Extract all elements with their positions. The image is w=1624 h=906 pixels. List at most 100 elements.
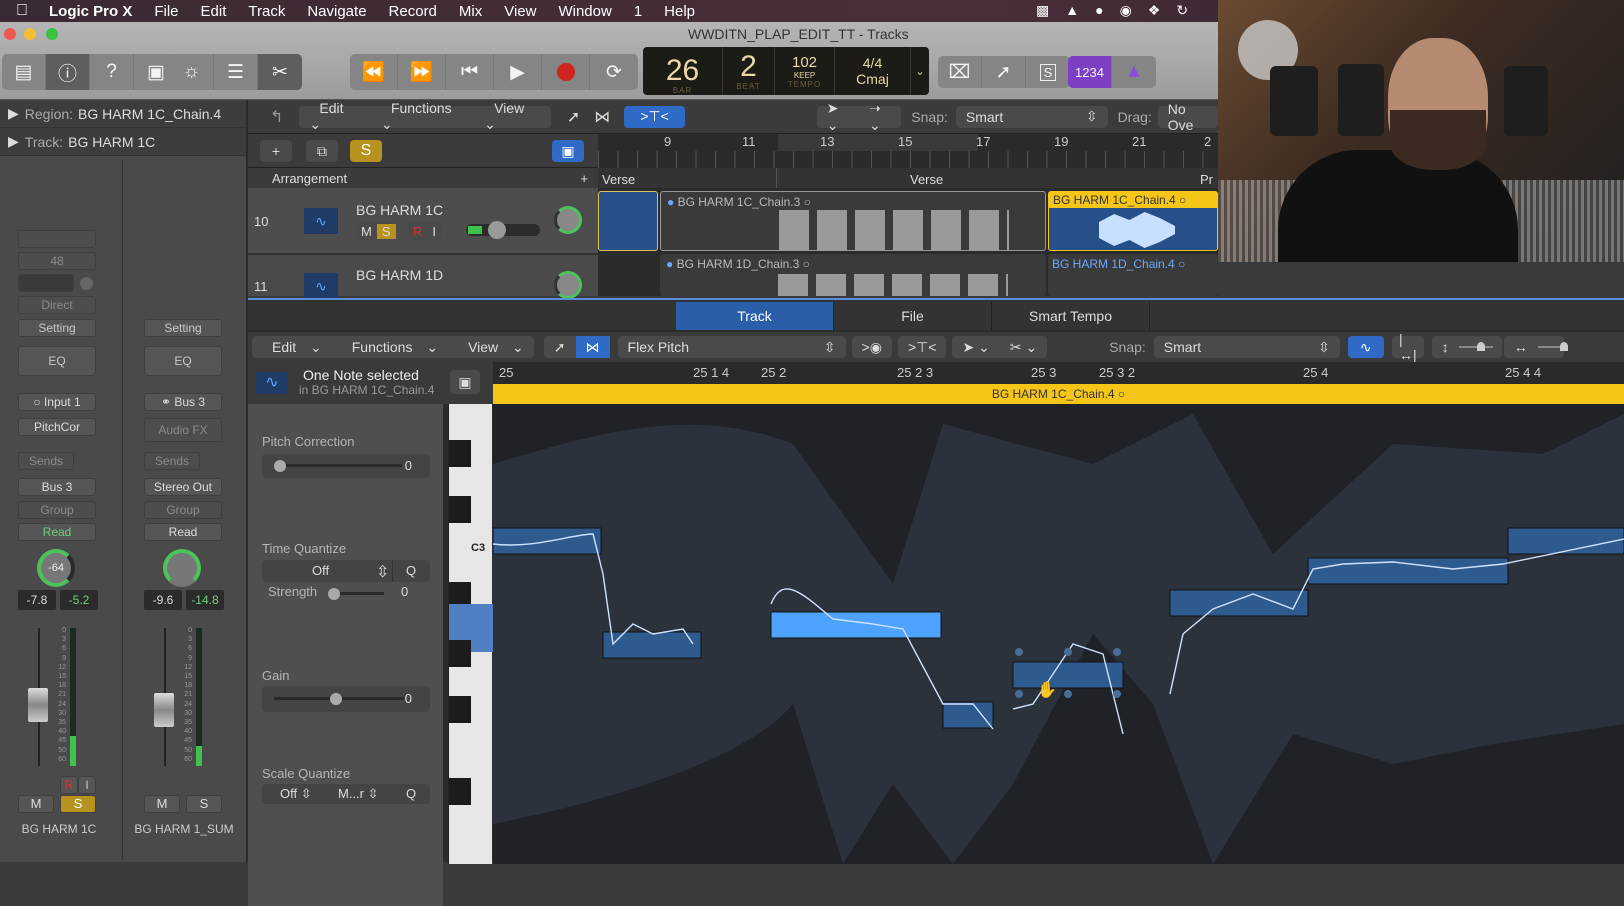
menu-1[interactable]: 1	[623, 3, 653, 20]
tab-file[interactable]: File	[834, 302, 992, 330]
cycle-range[interactable]	[778, 134, 978, 151]
pitch-correction-slider[interactable]: 0	[262, 454, 430, 478]
note-handle[interactable]	[1015, 690, 1023, 698]
arrange-edit-menu[interactable]: Edit ⌄	[299, 100, 371, 133]
track-name[interactable]: BG HARM 1D	[356, 267, 443, 283]
close-button[interactable]	[4, 28, 16, 40]
smart-controls-button[interactable]: ☼	[170, 54, 214, 90]
mk-icon[interactable]: ◉	[1120, 2, 1132, 19]
track-inspector-header[interactable]: ▶ Track: BG HARM 1C	[0, 128, 246, 156]
inspector-button[interactable]: ⓘ	[46, 54, 90, 90]
editor-view-menu[interactable]: View ⌄	[448, 339, 534, 356]
menu-record[interactable]: Record	[378, 3, 448, 20]
catch-icon[interactable]: >⊤<	[898, 339, 947, 356]
strip1-volume-readout[interactable]: -7.8	[18, 590, 56, 610]
strip1-input-knob[interactable]	[80, 277, 93, 290]
arrange-view-menu[interactable]: View ⌄	[474, 100, 551, 133]
strip1-peak-readout[interactable]: -5.2	[60, 590, 98, 610]
piano-keyboard[interactable]: C3	[448, 404, 493, 864]
editors-button[interactable]: ✂	[258, 54, 302, 90]
black-key[interactable]	[449, 640, 471, 667]
note-handle[interactable]	[1113, 648, 1121, 656]
mixer-button[interactable]: ☰	[214, 54, 258, 90]
lcd-display[interactable]: 26 BAR 2 BEAT 102 KEEP TEMPO 4/4 Cmaj ⌄	[643, 47, 929, 95]
global-tracks-button[interactable]: ▣	[552, 140, 584, 162]
secondary-tool[interactable]: ➝ ⌄	[859, 100, 901, 134]
strip2-peak-readout[interactable]: -14.8	[186, 590, 224, 610]
pitch-note-selected[interactable]	[770, 611, 942, 639]
arrange-functions-menu[interactable]: Functions ⌄	[371, 100, 474, 133]
menu-view[interactable]: View	[493, 3, 547, 20]
strip1-automation-button[interactable]: Read	[18, 523, 96, 541]
black-key[interactable]	[449, 778, 471, 805]
strip1-input-button[interactable]: ○ Input 1	[18, 393, 96, 411]
strip1-direct[interactable]: Direct	[18, 296, 96, 314]
rewind-button[interactable]: ⏪	[350, 54, 398, 90]
note-handle[interactable]	[1064, 690, 1072, 698]
count-in-button[interactable]: 1234	[1068, 56, 1112, 88]
note-handle[interactable]	[1064, 648, 1072, 656]
strip2-input-button[interactable]: ⚭ Bus 3	[144, 393, 222, 411]
creative-cloud-icon[interactable]: ●	[1095, 2, 1103, 19]
global-solo-button[interactable]: S	[350, 140, 382, 162]
editor-edit-menu[interactable]: Edit ⌄	[252, 339, 332, 356]
region-1c-chain4[interactable]: BG HARM 1C_Chain.4 ○	[1048, 191, 1218, 251]
editor-functions-menu[interactable]: Functions ⌄	[332, 339, 448, 356]
track-header-11[interactable]: 11 ∿ BG HARM 1D	[248, 255, 598, 299]
menu-track[interactable]: Track	[237, 3, 296, 20]
strip2-solo-button[interactable]: S	[186, 795, 222, 813]
pitch-note[interactable]	[1169, 589, 1309, 617]
pitch-note[interactable]	[602, 631, 702, 659]
fit-button[interactable]: |↔|	[1391, 331, 1424, 363]
strip1-mute-button[interactable]: M	[18, 795, 54, 813]
strip1-eq-button[interactable]: EQ	[18, 346, 96, 376]
track-pan-knob[interactable]	[554, 206, 582, 234]
gain-slider[interactable]: 0	[262, 686, 430, 712]
midi-in-icon[interactable]: >◉	[852, 339, 892, 356]
tracks-canvas[interactable]: ● BG HARM 1C_Chain.3 ○ BG HARM 1C_Chain.…	[598, 188, 1218, 296]
region-partial[interactable]	[598, 191, 658, 251]
time-quantize-select[interactable]: Off ⇳ Q	[262, 560, 430, 582]
black-key[interactable]	[449, 696, 471, 723]
catch-button[interactable]: >⊤<	[624, 105, 685, 128]
arrange-snap-select[interactable]: Smart ⇳	[955, 105, 1108, 128]
strip1-gain[interactable]: 48	[18, 252, 96, 270]
track-mute[interactable]: M	[356, 224, 377, 239]
strip1-plugin-slot[interactable]: PitchCor	[18, 418, 96, 436]
tuner-button[interactable]: ➚	[982, 56, 1026, 88]
pitch-note[interactable]	[942, 701, 994, 729]
editor-snap-select[interactable]: Smart ⇳	[1153, 336, 1340, 358]
time-machine-icon[interactable]: ↻	[1176, 2, 1188, 19]
pointer-tool[interactable]: ➤ ⌄	[817, 100, 859, 134]
strip2-volume-readout[interactable]: -9.6	[144, 590, 182, 610]
track-header-10[interactable]: 10 ∿ BG HARM 1C MS RI	[248, 188, 598, 254]
strip1-input-slot[interactable]	[18, 274, 74, 292]
black-key[interactable]	[449, 440, 471, 467]
strip2-sends[interactable]: Sends	[144, 452, 200, 470]
strip2-plugin-slot[interactable]: Audio FX	[144, 418, 222, 442]
library-button[interactable]: ▤	[2, 54, 46, 90]
drive-icon[interactable]: ▲	[1065, 2, 1079, 19]
cycle-button[interactable]: ⟳	[590, 54, 638, 90]
strip2-mute-button[interactable]: M	[144, 795, 180, 813]
pitch-note[interactable]	[1307, 557, 1509, 585]
track-record[interactable]: R	[408, 224, 427, 239]
strength-slider[interactable]	[328, 588, 398, 600]
strip1-output-button[interactable]: Bus 3	[18, 478, 96, 496]
pointer-tool[interactable]: ➤ ⌄	[952, 339, 999, 356]
track-solo[interactable]: S	[376, 223, 396, 239]
menu-edit[interactable]: Edit	[190, 3, 238, 20]
region-1d-chain4[interactable]: BG HARM 1D_Chain.4 ○	[1048, 254, 1218, 296]
note-handle[interactable]	[1015, 648, 1023, 656]
editor-ruler[interactable]: 25 25 1 4 25 2 25 2 3 25 3 25 3 2 25 4 2…	[493, 362, 1624, 384]
flex-pitch-canvas[interactable]: ✋	[493, 404, 1624, 864]
horizontal-zoom-slider[interactable]: ↔	[1503, 336, 1568, 358]
automation-icon[interactable]: ➚	[567, 107, 580, 127]
tab-track[interactable]: Track	[676, 302, 834, 330]
strip1-pan-knob[interactable]: -64	[37, 549, 75, 587]
dropbox-icon[interactable]: ❖	[1148, 2, 1161, 19]
black-key[interactable]	[449, 496, 471, 523]
menu-mix[interactable]: Mix	[448, 3, 493, 20]
track-input[interactable]: I	[427, 224, 441, 239]
region-inspector-header[interactable]: ▶ Region: BG HARM 1C_Chain.4	[0, 100, 246, 128]
